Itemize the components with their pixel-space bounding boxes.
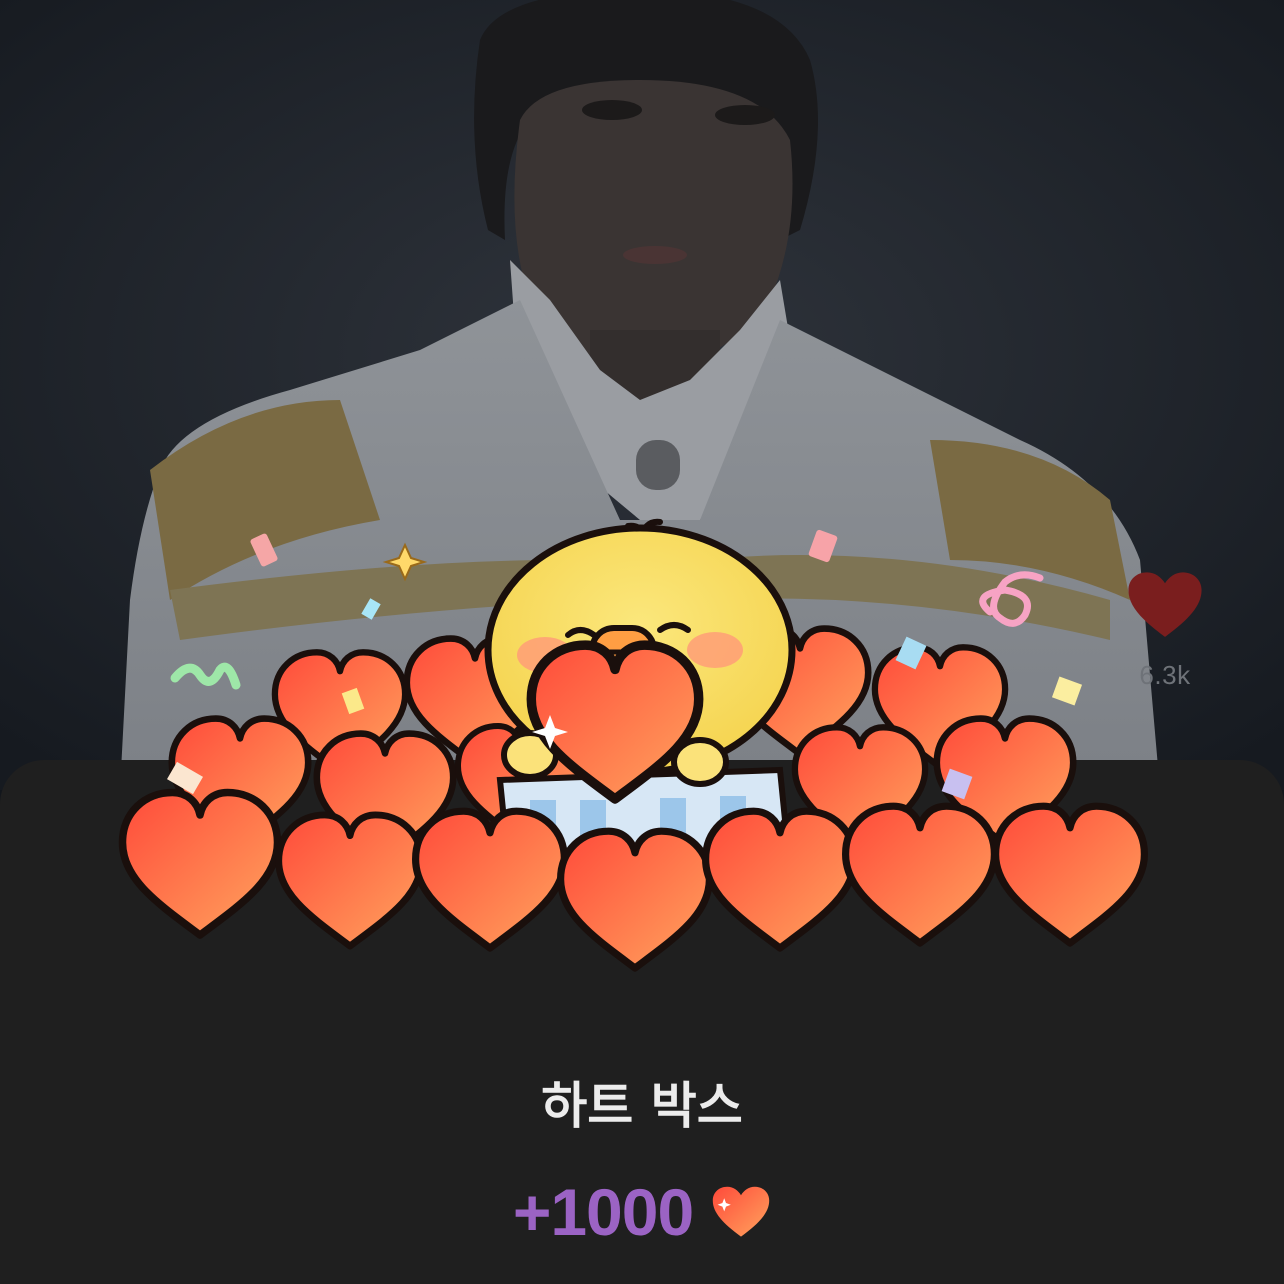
app-screen: 6.3k 하트 박스 +1000 <box>0 0 1284 1284</box>
gift-amount: +1000 <box>0 1172 1284 1252</box>
gift-title: 하트 박스 <box>541 1077 743 1135</box>
heart-box-illustration <box>100 518 1200 1020</box>
gift-illustration <box>100 500 1200 1020</box>
heart-icon <box>712 1186 770 1237</box>
gift-value: +1000 <box>512 1175 694 1249</box>
